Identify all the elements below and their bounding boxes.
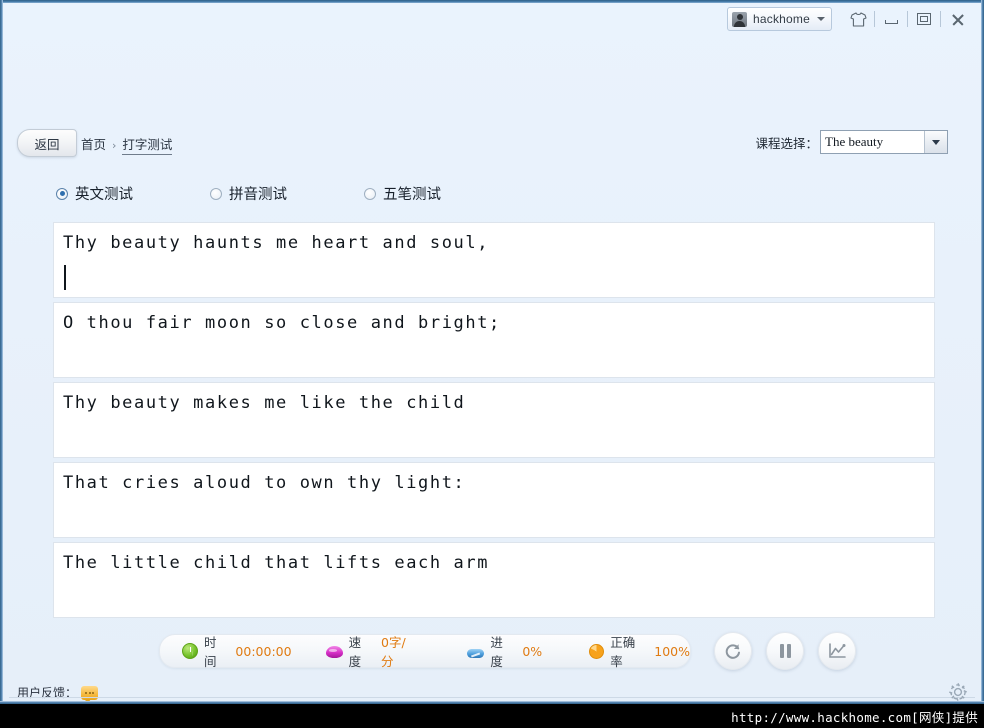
radio-indicator-icon: [364, 187, 376, 200]
course-selector-group: 课程选择： The beauty: [755, 130, 948, 154]
typing-line-text: O thou fair moon so close and bright;: [63, 313, 501, 333]
status-speed: 速度 0字/分: [325, 635, 418, 669]
close-icon: [951, 13, 964, 26]
status-time-label: 时间: [204, 635, 217, 669]
gem-icon: [325, 646, 343, 658]
skin-button[interactable]: [842, 8, 874, 30]
minimize-button[interactable]: [875, 8, 907, 30]
pie-chart-icon: [589, 643, 605, 659]
feedback-label: 用户反馈：: [17, 686, 78, 700]
watermark-bar: http://www.hackhome.com[网侠]提供: [0, 704, 984, 728]
account-name-label: hackhome: [753, 12, 810, 26]
status-accuracy: 正确率 100%: [589, 635, 690, 669]
application-window: hackhome 返回 首页 › 打字测试 课程选择： The beauty 英…: [0, 0, 984, 704]
status-progress-value: 0%: [522, 643, 543, 659]
gear-icon: [949, 683, 967, 701]
status-time-value: 00:00:00: [235, 643, 292, 659]
breadcrumb-current: 打字测试: [122, 134, 173, 155]
status-time: 时间 00:00:00: [182, 635, 292, 669]
radio-indicator-icon: [210, 187, 222, 200]
typing-line-text: Thy beauty makes me like the child: [63, 393, 466, 413]
breadcrumb-separator: ›: [112, 139, 117, 152]
radio-label: 拼音测试: [229, 187, 287, 203]
status-progress-label: 进度: [490, 635, 503, 669]
maximize-icon: [917, 13, 931, 25]
status-accuracy-value: 100%: [654, 643, 690, 659]
course-select[interactable]: The beauty: [820, 130, 948, 154]
watermark-text: http://www.hackhome.com[网侠]提供: [731, 709, 978, 725]
text-caret: [64, 265, 66, 290]
typing-line-box[interactable]: The little child that lifts each arm: [53, 542, 935, 618]
navigation-row: 返回 首页 › 打字测试 课程选择： The beauty: [3, 125, 981, 159]
window-client-area: hackhome 返回 首页 › 打字测试 课程选择： The beauty 英…: [3, 3, 981, 701]
status-progress: 进度 0%: [467, 635, 543, 669]
back-button[interactable]: 返回: [17, 129, 77, 157]
shirt-icon: [849, 11, 867, 27]
line-chart-icon: [828, 642, 846, 658]
course-select-value: The beauty: [825, 134, 884, 149]
statistics-button[interactable]: [818, 632, 856, 670]
typing-line-box[interactable]: Thy beauty haunts me heart and soul,: [53, 222, 935, 298]
radio-indicator-icon: [56, 187, 68, 200]
feedback-group: 用户反馈：: [17, 684, 99, 701]
back-button-label: 返回: [34, 136, 60, 152]
typing-line-text: The little child that lifts each arm: [63, 553, 490, 573]
status-speed-value: 0字/分: [381, 635, 406, 669]
playback-controls: [714, 632, 856, 670]
minimize-icon: [884, 20, 898, 24]
radio-label: 英文测试: [75, 187, 133, 203]
radio-english-test[interactable]: 英文测试: [56, 183, 133, 204]
course-selector-label: 课程选择：: [755, 135, 818, 151]
typing-line-text: Thy beauty haunts me heart and soul,: [63, 233, 490, 253]
clock-icon: [182, 643, 198, 659]
radio-pinyin-test[interactable]: 拼音测试: [210, 183, 287, 204]
radio-label: 五笔测试: [383, 187, 441, 203]
typing-line-box[interactable]: That cries aloud to own thy light:: [53, 462, 935, 538]
pause-icon: [779, 644, 791, 658]
test-mode-radio-group: 英文测试 拼音测试 五笔测试: [56, 183, 518, 204]
progress-pill-icon: [467, 648, 485, 658]
status-speed-label: 速度: [348, 635, 362, 669]
typing-lines-container: Thy beauty haunts me heart and soul, O t…: [53, 222, 935, 622]
course-select-arrow-button[interactable]: [924, 131, 947, 153]
restart-icon: [725, 644, 740, 659]
chevron-down-icon: [932, 139, 940, 145]
settings-button[interactable]: [945, 679, 971, 701]
pause-button[interactable]: [766, 632, 804, 670]
restart-button[interactable]: [714, 632, 752, 670]
footer-divider: [9, 697, 975, 698]
radio-wubi-test[interactable]: 五笔测试: [364, 183, 441, 204]
typing-line-box[interactable]: Thy beauty makes me like the child: [53, 382, 935, 458]
maximize-button[interactable]: [908, 8, 940, 30]
typing-line-text: That cries aloud to own thy light:: [63, 473, 466, 493]
account-menu-button[interactable]: hackhome: [727, 7, 832, 31]
titlebar-controls: hackhome: [727, 6, 973, 32]
close-button[interactable]: [941, 8, 973, 30]
breadcrumb: 首页 › 打字测试: [81, 134, 173, 155]
breadcrumb-home[interactable]: 首页: [81, 134, 106, 153]
chevron-down-icon: [817, 17, 825, 21]
status-bar: 时间 00:00:00 速度 0字/分 进度 0% 正确率 100%: [159, 634, 691, 669]
status-accuracy-label: 正确率: [610, 635, 636, 669]
user-avatar-icon: [732, 11, 748, 27]
typing-line-box[interactable]: O thou fair moon so close and bright;: [53, 302, 935, 378]
